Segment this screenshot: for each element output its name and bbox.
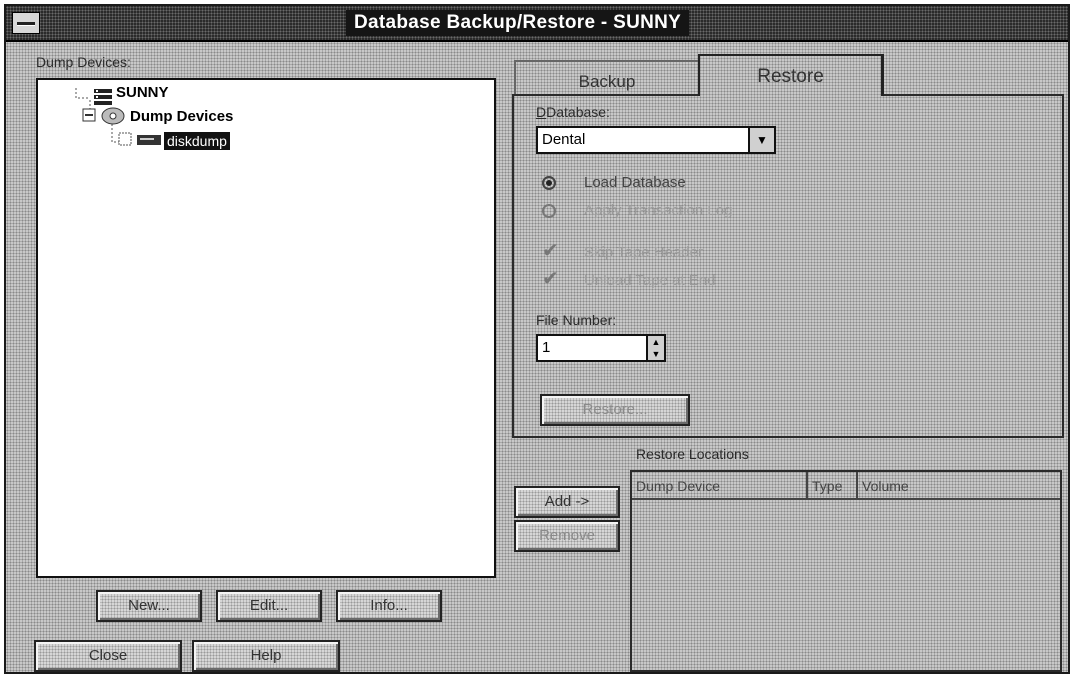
- skip-header-label: Skip Tape Header: [584, 244, 703, 261]
- load-database-label: Load Database: [584, 174, 686, 191]
- column-volume[interactable]: Volume: [858, 472, 1060, 500]
- add-button[interactable]: Add ->: [514, 486, 620, 518]
- restore-locations-grid[interactable]: Dump Device Type Volume: [630, 470, 1062, 672]
- skip-header-check-icon[interactable]: ✔: [542, 241, 568, 262]
- database-select[interactable]: Dental ▼: [536, 126, 776, 154]
- dump-devices-tree[interactable]: SUNNY Dump Devices diskdump: [36, 78, 496, 578]
- file-number-label: File Number:: [536, 312, 617, 328]
- tab-backup[interactable]: Backup: [514, 60, 698, 96]
- unload-tape-label: Unload Tape at End: [584, 272, 716, 289]
- column-type[interactable]: Type: [808, 472, 858, 500]
- spinner-arrows-icon[interactable]: ▲ ▼: [646, 336, 664, 360]
- tree-node-diskdump[interactable]: diskdump: [164, 132, 230, 150]
- database-select-value: Dental: [542, 131, 586, 148]
- title-bar[interactable]: Database Backup/Restore - SUNNY: [6, 6, 1068, 42]
- file-number-spinner[interactable]: 1 ▲ ▼: [536, 334, 666, 362]
- dump-devices-label: Dump Devices:: [36, 54, 131, 70]
- tab-restore[interactable]: Restore: [698, 54, 884, 96]
- load-database-radio[interactable]: [542, 176, 556, 190]
- dropdown-arrow-icon[interactable]: ▼: [748, 128, 774, 152]
- restore-button[interactable]: Restore...: [540, 394, 690, 426]
- window-title: Database Backup/Restore - SUNNY: [346, 10, 690, 36]
- system-menu-button[interactable]: [12, 12, 40, 34]
- column-dump-device[interactable]: Dump Device: [632, 472, 808, 500]
- unload-tape-check-icon[interactable]: ✔: [542, 269, 568, 290]
- database-label: DDatabase:: [536, 104, 610, 120]
- disk-device-icon: [136, 132, 162, 153]
- restore-locations-label: Restore Locations: [636, 446, 749, 462]
- apply-log-label: Apply Transaction Log: [584, 202, 733, 219]
- backup-restore-window: Database Backup/Restore - SUNNY Dump Dev…: [4, 4, 1070, 674]
- leaf-icon: [118, 132, 132, 151]
- close-button[interactable]: Close: [34, 640, 182, 672]
- tree-node-server[interactable]: SUNNY: [116, 84, 169, 101]
- info-button[interactable]: Info...: [336, 590, 442, 622]
- remove-button[interactable]: Remove: [514, 520, 620, 552]
- collapse-icon[interactable]: [82, 108, 96, 127]
- dump-devices-folder-icon: [100, 106, 126, 131]
- new-button[interactable]: New...: [96, 590, 202, 622]
- tree-node-dump-devices[interactable]: Dump Devices: [130, 108, 233, 125]
- database-label-text: Database:: [546, 104, 610, 120]
- system-menu-icon: [17, 22, 35, 25]
- file-number-value: 1: [542, 339, 551, 356]
- apply-log-radio[interactable]: [542, 204, 556, 218]
- edit-button[interactable]: Edit...: [216, 590, 322, 622]
- help-button[interactable]: Help: [192, 640, 340, 672]
